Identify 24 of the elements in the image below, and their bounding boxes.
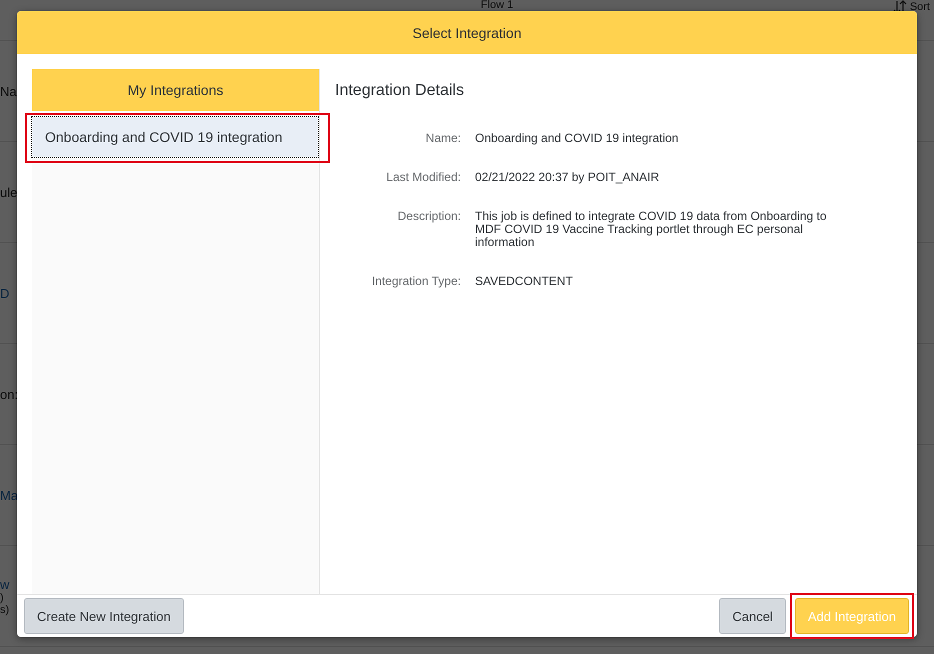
field-value: 02/21/2022 20:37 by POIT_ANAIR	[475, 171, 660, 184]
list-item[interactable]: Onboarding and COVID 19 integration	[31, 116, 319, 158]
field-value: Onboarding and COVID 19 integration	[475, 132, 680, 145]
dialog-title: Select Integration	[412, 24, 522, 40]
sort-icon	[892, 0, 907, 14]
page-title: Flow 1	[480, 0, 514, 11]
row-text: )	[0, 592, 4, 604]
row-text: ule	[0, 184, 18, 200]
row-text: on:	[0, 386, 18, 402]
cancel-button[interactable]: Cancel	[719, 598, 786, 634]
field-value: This job is defined to integrate COVID 19 data from Onboarding to MDF COVID 19 Vaccine Tracking portlet through EC personal information	[475, 210, 828, 249]
details-title: Integration Details	[335, 82, 465, 100]
row-text: s)	[0, 604, 10, 616]
row-text: Ma	[0, 488, 18, 502]
row-text: D	[0, 286, 10, 300]
field-label: Name:	[424, 132, 461, 145]
row-text: w	[0, 576, 10, 592]
list-header: My Integrations	[32, 69, 319, 111]
field-label: Integration Type:	[370, 275, 461, 288]
field-label: Description:	[396, 210, 461, 225]
create-button[interactable]: Create New Integration	[24, 598, 184, 634]
field-value: SAVEDCONTENT	[475, 275, 574, 288]
field-label: Last Modified:	[385, 171, 461, 184]
row-text: Na	[0, 84, 17, 98]
